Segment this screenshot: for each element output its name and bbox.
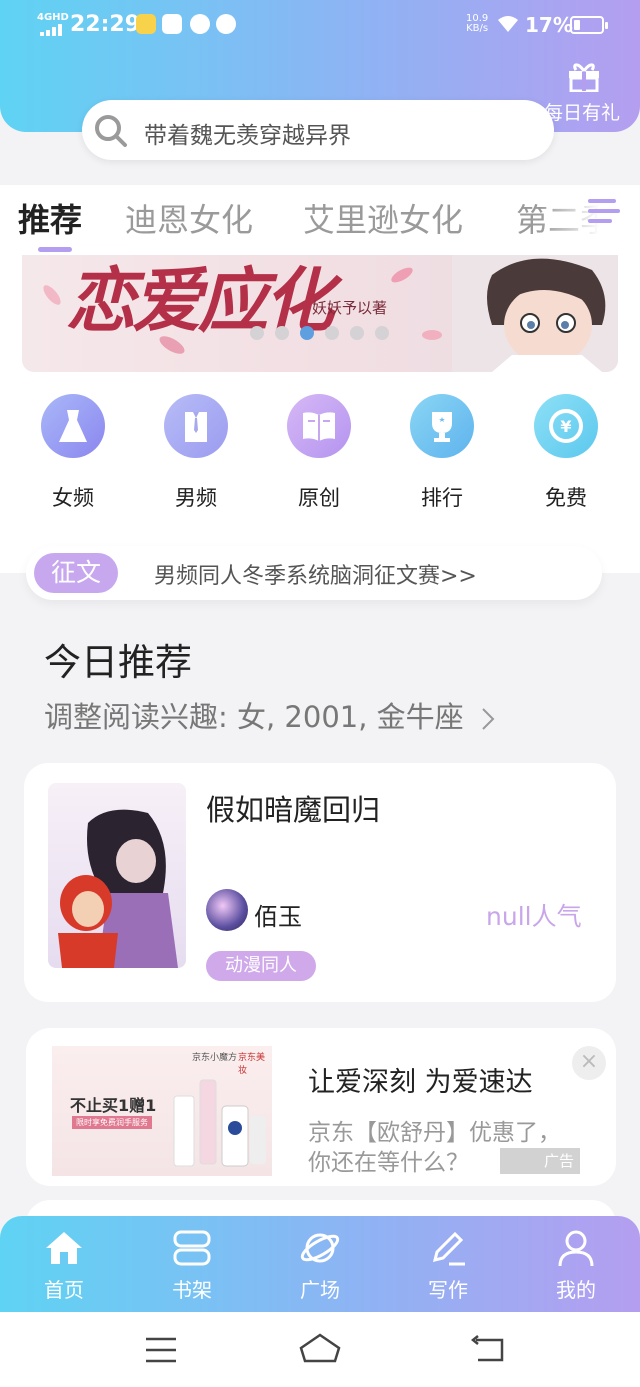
banner-character-illustration (452, 255, 618, 372)
notice-badge: 征文 (34, 553, 118, 593)
banner-author: 妖妖予以著 (312, 299, 388, 317)
battery-percent: 17% (525, 13, 573, 37)
weibo-icon (136, 14, 156, 34)
tab-recommend[interactable]: 推荐 (18, 195, 82, 241)
ad-badge: 广告 (500, 1148, 580, 1174)
ad-card[interactable]: 京东小魔方 京东美妆 不止买1赠1 限时享免费润手服务 让爱深刻 为爱速达 京东… (26, 1028, 616, 1186)
ad-image-subtext: 限时享免费润手服务 (72, 1116, 152, 1129)
tab-allison-fem[interactable]: 艾里逊女化 (303, 195, 463, 241)
nav-bookshelf[interactable]: 书架 (142, 1228, 242, 1303)
carousel-dot[interactable] (375, 326, 389, 340)
book-title: 假如暗魔回归 (206, 793, 381, 827)
genre-tag: 动漫同人 (206, 951, 316, 981)
search-bar[interactable]: 带着魏无羡穿越异界 (82, 100, 554, 160)
nav-label: 我的 (556, 1278, 596, 1302)
nav-home[interactable]: 首页 (14, 1228, 114, 1303)
bookshelf-icon (173, 1230, 211, 1266)
close-icon[interactable]: × (572, 1046, 606, 1080)
music-app-icon (190, 14, 210, 34)
book-card[interactable]: 假如暗魔回归 佰玉 null人气 动漫同人 (24, 763, 616, 1002)
svg-text:¥: ¥ (560, 417, 571, 436)
network-speed: 10.9 KB/s (466, 13, 489, 34)
user-icon (558, 1230, 594, 1267)
clock: 22:29 (70, 12, 141, 37)
category-male[interactable]: 男频 (146, 394, 246, 514)
signal-icon (40, 24, 62, 36)
carousel-dot[interactable] (250, 326, 264, 340)
nav-square[interactable]: 广场 (270, 1228, 370, 1303)
system-navigation-bar (0, 1312, 640, 1387)
ad-image-headline: 不止买1赠1 (70, 1096, 157, 1115)
news-app-icon (162, 14, 182, 34)
author-avatar (206, 889, 248, 931)
ad-title: 让爱深刻 为爱速达 (308, 1067, 533, 1098)
nav-label: 写作 (428, 1278, 468, 1302)
book-cover (48, 783, 186, 968)
battery-icon (570, 16, 608, 34)
reading-interest-link[interactable]: 调整阅读兴趣: 女, 2001, 金牛座 (44, 694, 497, 736)
daily-gift-label[interactable]: 每日有礼 (544, 98, 620, 125)
carousel-dot[interactable] (275, 326, 289, 340)
category-ranking[interactable]: 排行 (392, 394, 492, 514)
nav-label: 广场 (300, 1278, 340, 1302)
nav-write[interactable]: 写作 (398, 1228, 498, 1303)
nav-label: 首页 (44, 1278, 84, 1302)
category-original[interactable]: 原创 (269, 394, 369, 514)
nav-label: 书架 (172, 1278, 212, 1302)
search-icon (95, 115, 127, 147)
category-female[interactable]: 女频 (23, 394, 123, 514)
popularity-count: null人气 (486, 902, 582, 931)
nav-profile[interactable]: 我的 (526, 1228, 626, 1303)
vivo-app-icon (216, 14, 236, 34)
pen-icon (432, 1231, 465, 1266)
planet-icon (300, 1233, 340, 1263)
network-indicator: 4GHD (37, 12, 69, 23)
ad-image-brand: 京东小魔方 (192, 1053, 238, 1063)
wifi-icon (498, 16, 518, 32)
banner-carousel[interactable]: 恋爱应化 妖妖予以著 (22, 255, 618, 372)
active-tab-indicator (38, 247, 72, 252)
bottom-navigation: 首页 书架 广场 写作 我的 (0, 1216, 640, 1312)
author-name: 佰玉 (254, 903, 302, 931)
section-title: 今日推荐 (44, 641, 192, 684)
ad-product-illustration (173, 1079, 266, 1167)
tab-menu-icon[interactable] (586, 193, 622, 229)
category-label: 女频 (52, 486, 94, 510)
home-icon (46, 1232, 82, 1264)
notice-text: 男频同人冬季系统脑洞征文赛>> (154, 564, 477, 589)
back-icon[interactable] (470, 1334, 506, 1364)
gift-icon[interactable] (566, 60, 602, 92)
carousel-dot[interactable] (300, 326, 314, 340)
tab-dean-fem[interactable]: 迪恩女化 (125, 195, 253, 241)
category-free[interactable]: ¥ 免费 (516, 394, 616, 514)
category-label: 排行 (421, 486, 463, 510)
menu-icon[interactable] (144, 1336, 178, 1364)
category-label: 原创 (298, 486, 340, 510)
carousel-dot[interactable] (325, 326, 339, 340)
home-button-icon[interactable] (298, 1332, 342, 1364)
shirt-icon (164, 394, 228, 458)
yuan-coin-icon: ¥ (534, 394, 598, 458)
chevron-right-icon (482, 708, 495, 730)
book-icon (287, 394, 351, 458)
category-label: 男频 (175, 486, 217, 510)
dress-icon (41, 394, 105, 458)
carousel-dots (250, 326, 400, 342)
reading-interest-text: 调整阅读兴趣: 女, 2001, 金牛座 (44, 700, 464, 734)
carousel-dot[interactable] (350, 326, 364, 340)
search-placeholder: 带着魏无羡穿越异界 (144, 123, 351, 149)
category-tabs: 推荐 迪恩女化 艾里逊女化 第二季 (0, 185, 640, 255)
category-label: 免费 (545, 486, 587, 510)
status-bar: 4GHD 22:29 10.9 KB/s 17% (0, 0, 640, 50)
contest-notice[interactable]: 征文 男频同人冬季系统脑洞征文赛>> (26, 546, 602, 600)
ad-image: 京东小魔方 京东美妆 不止买1赠1 限时享免费润手服务 (52, 1046, 272, 1176)
trophy-icon (410, 394, 474, 458)
